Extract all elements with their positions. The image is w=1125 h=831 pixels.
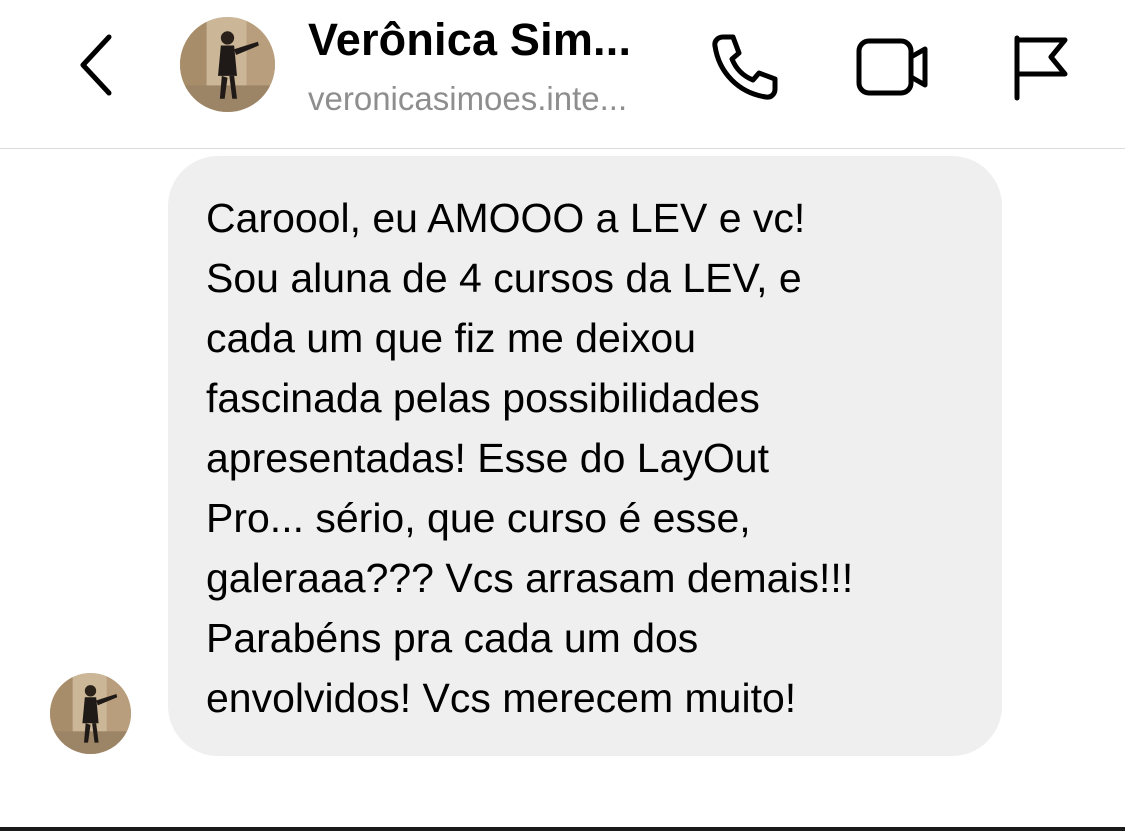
message-bubble[interactable]: Caroool, eu AMOOO a LEV e vc! Sou aluna … bbox=[168, 156, 1002, 756]
flag-icon bbox=[1014, 35, 1068, 101]
message-text-line: galeraaa??? Vcs arrasam demais!!! bbox=[206, 555, 854, 601]
back-button[interactable] bbox=[62, 30, 128, 100]
message-text-line: cada um que fiz me deixou bbox=[206, 315, 696, 361]
call-button[interactable] bbox=[700, 22, 790, 112]
video-camera-icon bbox=[856, 38, 927, 96]
message-text-line: Pro... sério, que curso é esse, bbox=[206, 495, 751, 541]
contact-username[interactable]: veronicasimoes.inte... bbox=[308, 80, 627, 118]
message-text-line: Parabéns pra cada um dos bbox=[206, 615, 699, 661]
header-divider bbox=[0, 148, 1125, 149]
report-button[interactable] bbox=[995, 22, 1085, 112]
message-text-line: Sou aluna de 4 cursos da LEV, e bbox=[206, 255, 802, 301]
video-call-button[interactable] bbox=[845, 22, 940, 112]
message-text-line: apresentadas! Esse do LayOut bbox=[206, 435, 769, 481]
message-text-line: Caroool, eu AMOOO a LEV e vc! bbox=[206, 195, 806, 241]
chevron-left-icon bbox=[80, 34, 112, 96]
avatar-photo bbox=[180, 17, 275, 112]
chat-header: Verônica Sim... veronicasimoes.inte... bbox=[0, 0, 1125, 148]
message-text-line: fascinada pelas possibilidades bbox=[206, 375, 760, 421]
message-text-line: envolvidos! Vcs merecem muito! bbox=[206, 675, 797, 721]
contact-name[interactable]: Verônica Sim... bbox=[308, 14, 631, 66]
contact-avatar[interactable] bbox=[180, 17, 275, 112]
phone-icon bbox=[712, 34, 778, 100]
avatar-photo bbox=[50, 673, 131, 754]
sender-avatar[interactable] bbox=[50, 673, 131, 754]
bottom-divider bbox=[0, 827, 1125, 831]
